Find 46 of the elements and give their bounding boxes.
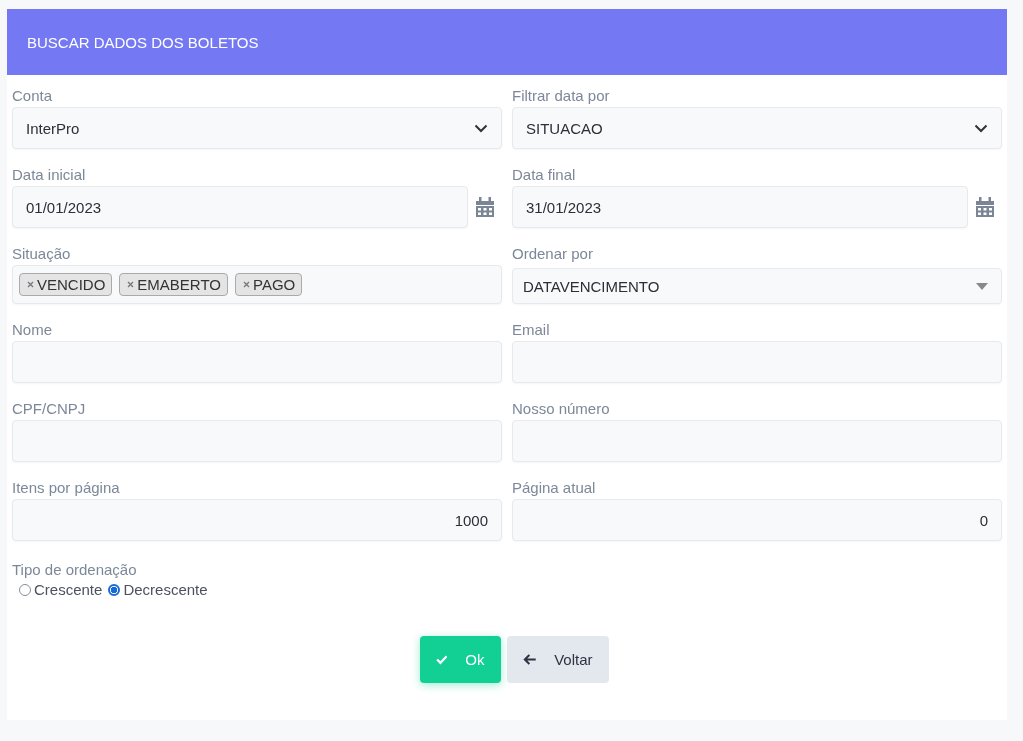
- date-field[interactable]: 31/01/2023: [512, 186, 968, 228]
- tag-label: EMABERTO: [137, 276, 221, 293]
- input-field[interactable]: [512, 420, 1002, 462]
- checkmark-icon: [435, 653, 448, 666]
- tag-label: VENCIDO: [37, 276, 106, 293]
- input-field[interactable]: [512, 341, 1002, 383]
- field-label: Conta: [12, 87, 54, 105]
- number-field[interactable]: 1000: [12, 499, 502, 541]
- select-field[interactable]: SITUACAO: [512, 107, 1002, 149]
- radio-option[interactable]: Decrescente: [108, 581, 208, 598]
- field-label: Data inicial: [12, 166, 87, 184]
- field-label: Situação: [12, 245, 72, 263]
- close-icon[interactable]: [27, 281, 34, 288]
- tag-chip[interactable]: VENCIDO: [19, 273, 113, 296]
- input-field[interactable]: [12, 341, 502, 383]
- arrow-left-icon: [522, 653, 537, 666]
- date-field[interactable]: 01/01/2023: [12, 186, 468, 228]
- chevron-down-icon: [974, 123, 988, 133]
- tag-chip[interactable]: PAGO: [235, 273, 303, 296]
- select-field[interactable]: DATAVENCIMENTO: [512, 268, 1002, 304]
- field-label: CPF/CNPJ: [12, 400, 87, 418]
- back-button[interactable]: Voltar: [506, 636, 609, 683]
- radio-button[interactable]: [108, 583, 121, 596]
- field-label: Tipo de ordenação: [12, 561, 138, 579]
- chevron-down-icon: [474, 123, 488, 133]
- tag-chip[interactable]: EMABERTO: [119, 273, 228, 296]
- field-label: Nosso número: [512, 400, 611, 418]
- radio-option[interactable]: Crescente: [19, 581, 103, 598]
- caret-down-icon: [976, 282, 988, 290]
- calendar-icon[interactable]: [976, 197, 994, 217]
- field-label: Ordenar por: [512, 245, 594, 263]
- calendar-icon[interactable]: [476, 197, 494, 217]
- tags-field[interactable]: VENCIDO EMABERTO PAGO: [12, 265, 502, 304]
- input-field[interactable]: [12, 420, 502, 462]
- field-label: Filtrar data por: [512, 87, 611, 105]
- field-label: Data final: [512, 166, 577, 184]
- header-title: BUSCAR DADOS DOS BOLETOS: [27, 33, 259, 51]
- number-field[interactable]: 0: [512, 499, 1002, 541]
- field-label: Nome: [12, 321, 53, 339]
- field-label: Itens por página: [12, 479, 121, 497]
- field-label: Página atual: [512, 479, 597, 497]
- field-label: Email: [512, 321, 551, 339]
- tag-label: PAGO: [253, 276, 296, 293]
- close-icon[interactable]: [243, 281, 250, 288]
- select-field[interactable]: InterPro: [12, 107, 502, 149]
- close-icon[interactable]: [127, 281, 135, 288]
